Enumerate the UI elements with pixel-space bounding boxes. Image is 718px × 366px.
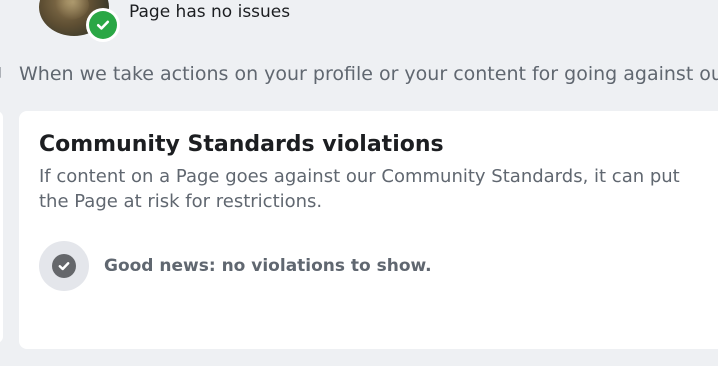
community-standards-card: Community Standards violations If conten…	[19, 111, 718, 349]
info-bullet-icon: ▮	[0, 64, 2, 80]
page-status: Page has no issues	[0, 0, 718, 50]
status-text: Page has no issues	[129, 2, 291, 22]
card-description: If content on a Page goes against our Co…	[39, 166, 680, 212]
enforcement-info-text: When we take actions on your profile or …	[19, 63, 718, 85]
no-violations-text: Good news: no violations to show.	[104, 256, 432, 276]
status-badge	[86, 8, 120, 42]
check-icon	[58, 262, 70, 271]
enforcement-info-line: ▮ When we take actions on your profile o…	[0, 62, 718, 86]
no-violations-state: Good news: no violations to show.	[39, 241, 699, 291]
previous-card-edge	[0, 111, 3, 343]
card-title: Community Standards violations	[39, 132, 444, 157]
check-icon	[96, 20, 110, 30]
check-circle-icon	[39, 241, 89, 291]
